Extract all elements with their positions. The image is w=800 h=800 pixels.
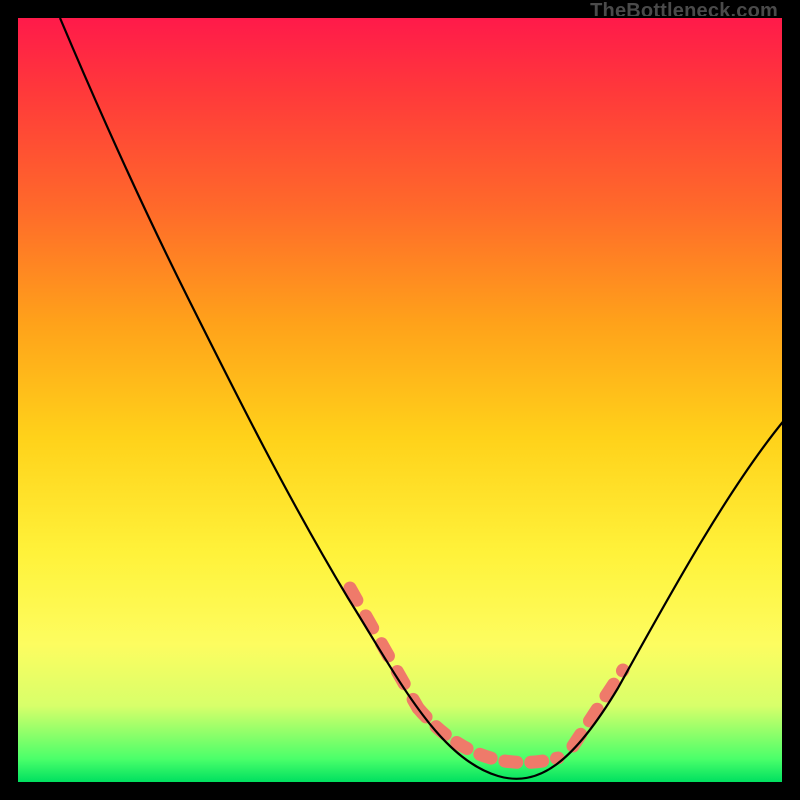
chart-area — [16, 16, 784, 784]
main-curve — [60, 18, 786, 779]
highlight-segments — [350, 588, 623, 762]
highlight-left — [350, 588, 418, 708]
chart-svg — [18, 18, 786, 786]
highlight-right — [573, 670, 623, 746]
highlight-trough — [418, 708, 558, 762]
